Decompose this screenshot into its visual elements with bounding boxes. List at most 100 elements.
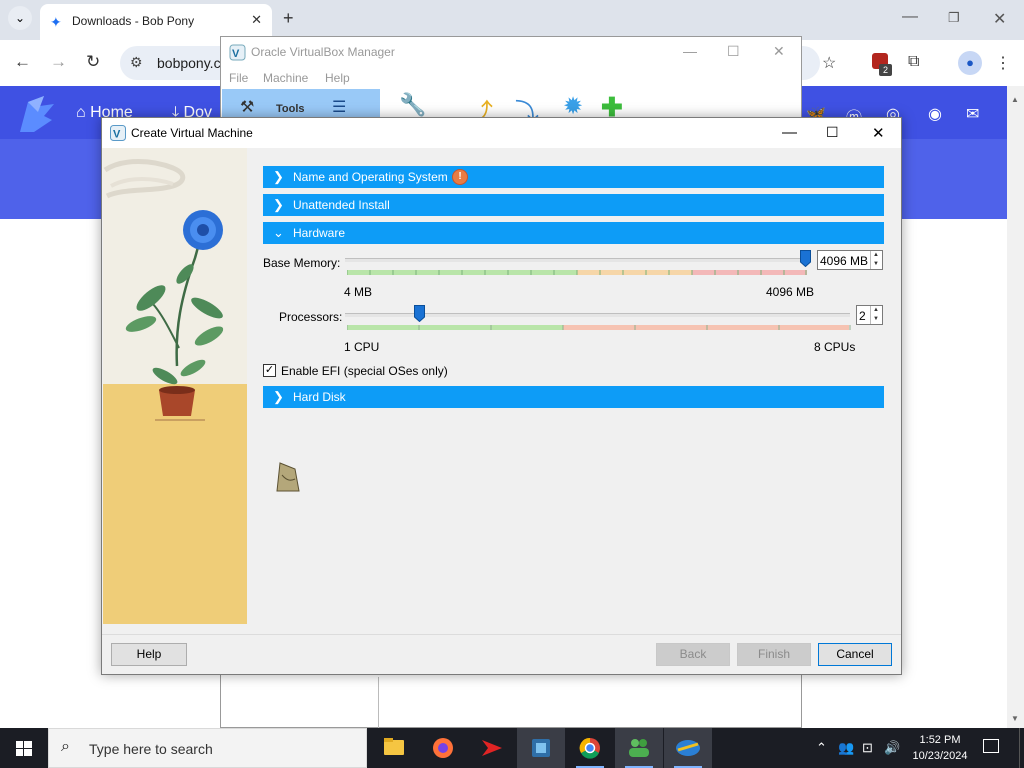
tab-search-chevron-icon[interactable]: ⌄ <box>8 6 32 30</box>
spin-down-arrow-icon[interactable]: ▼ <box>873 316 879 322</box>
memory-min-label: 4 MB <box>344 285 373 299</box>
network-icon[interactable]: ⊡ <box>862 740 873 756</box>
email-icon[interactable]: ✉ <box>966 104 979 124</box>
base-memory-spin-buttons[interactable]: ▲ ▼ <box>870 251 882 269</box>
file-explorer-icon <box>384 738 404 755</box>
memory-slider-ticks <box>347 270 807 275</box>
browser-restore-icon[interactable]: ❐ <box>948 10 960 26</box>
tools-icon: ⚒ <box>240 99 255 116</box>
tray-people-icon[interactable]: 👥 <box>838 740 854 756</box>
base-memory-slider-thumb[interactable] <box>800 250 811 267</box>
scroll-down-arrow-icon[interactable]: ▼ <box>1011 714 1019 723</box>
taskbar-people-app[interactable] <box>615 728 663 768</box>
taskbar-chrome[interactable] <box>566 728 614 768</box>
reload-icon[interactable]: ↻ <box>86 52 100 72</box>
spin-up-arrow-icon[interactable]: ▲ <box>873 307 879 313</box>
help-button[interactable]: Help <box>111 643 187 666</box>
people-app-icon <box>629 739 649 757</box>
section-hard-disk-label: Hard Disk <box>293 390 346 404</box>
extension-badge-count: 2 <box>879 64 892 76</box>
show-desktop-button[interactable] <box>1019 728 1020 768</box>
browser-tab[interactable]: ✦ Downloads - Bob Pony ✕ <box>40 4 272 40</box>
browser-menu-icon[interactable]: ⋮ <box>995 53 1011 73</box>
github-icon[interactable]: ◉ <box>928 104 942 124</box>
taskbar-file-explorer[interactable] <box>370 728 418 768</box>
browser-close-icon[interactable]: ✕ <box>993 9 1006 29</box>
taskbar-red-arrow-app[interactable] <box>468 728 516 768</box>
vbm-titlebar: V Oracle VirtualBox Manager — ☐ ✕ <box>221 37 801 67</box>
section-hard-disk[interactable]: ❯ Hard Disk <box>263 386 884 408</box>
processors-spin-buttons[interactable]: ▲ ▼ <box>870 306 882 324</box>
section-name-and-os[interactable]: ❯ Name and Operating System ! <box>263 166 884 188</box>
back-arrow-icon[interactable]: ← <box>14 52 31 72</box>
section-name-and-os-label: Name and Operating System <box>293 170 448 184</box>
chevron-down-icon: ⌄ <box>273 225 284 240</box>
virtualbox-icon <box>676 740 700 756</box>
section-hardware[interactable]: ⌄ Hardware <box>263 222 884 244</box>
notification-icon[interactable] <box>983 739 999 753</box>
cancel-button[interactable]: Cancel <box>818 643 892 666</box>
site-favicon-icon: ✦ <box>50 14 62 30</box>
tray-overflow-chevron-icon[interactable]: ⌃ <box>816 740 827 756</box>
page-scrollbar[interactable] <box>1007 86 1024 728</box>
list-view-icon[interactable]: ☰ <box>332 97 346 117</box>
processors-value: 2 <box>859 309 866 323</box>
back-button[interactable]: Back <box>656 643 730 666</box>
forward-arrow-icon[interactable]: → <box>50 52 67 72</box>
clock-date: 10/23/2024 <box>912 750 968 762</box>
processors-slider-thumb[interactable] <box>414 305 425 322</box>
bookmark-star-icon[interactable]: ☆ <box>822 53 836 73</box>
dialog-titlebar: V Create Virtual Machine — ☐ ✕ <box>102 118 901 148</box>
volume-icon[interactable]: 🔊 <box>884 740 900 756</box>
spin-up-arrow-icon[interactable]: ▲ <box>873 252 879 258</box>
virtualbox-logo-icon: V <box>110 125 126 141</box>
dialog-close-icon[interactable]: ✕ <box>872 124 885 142</box>
windows-taskbar: ⌕ Type here to search ⌃ 👥 ⊡ 🔊 1:52 PM 10… <box>0 728 1024 768</box>
processors-label: Processors: <box>279 310 343 324</box>
svg-text:V: V <box>232 48 240 60</box>
tab-close-icon[interactable]: ✕ <box>251 12 262 28</box>
section-unattended-label: Unattended Install <box>293 198 390 212</box>
warning-icon: ! <box>452 169 468 185</box>
base-memory-slider-track[interactable] <box>345 258 807 262</box>
browser-tab-strip: ⌄ ✦ Downloads - Bob Pony ✕ + — ❐ ✕ <box>0 0 1024 40</box>
vbm-menu-help[interactable]: Help <box>325 71 350 85</box>
section-hardware-label: Hardware <box>293 226 346 240</box>
taskbar-virtualbox-setup[interactable] <box>517 728 565 768</box>
vbm-close-icon[interactable]: ✕ <box>773 43 785 60</box>
taskbar-search-box[interactable]: ⌕ Type here to search <box>48 728 367 768</box>
base-memory-spinbox[interactable]: 4096 MB ▲ ▼ <box>817 250 883 270</box>
section-unattended-install[interactable]: ❯ Unattended Install <box>263 194 884 216</box>
busy-cursor-icon <box>276 462 300 492</box>
processors-spinbox[interactable]: 2 ▲ ▼ <box>856 305 883 325</box>
taskbar-firefox[interactable] <box>419 728 467 768</box>
red-arrow-app-icon <box>482 740 502 756</box>
dialog-maximize-icon[interactable]: ☐ <box>826 124 839 141</box>
dialog-minimize-icon[interactable]: — <box>782 124 797 141</box>
vbm-maximize-icon[interactable]: ☐ <box>727 43 740 60</box>
vbm-menu-file[interactable]: File <box>229 71 248 85</box>
new-tab-plus-icon[interactable]: + <box>283 8 294 29</box>
taskbar-clock[interactable]: 1:52 PM 10/23/2024 <box>906 732 974 764</box>
chrome-icon <box>579 737 600 759</box>
clock-time: 1:52 PM <box>919 734 961 746</box>
cpu-max-label: 8 CPUs <box>814 340 856 354</box>
extensions-puzzle-icon[interactable]: ⧉ <box>908 53 919 71</box>
spin-down-arrow-icon[interactable]: ▼ <box>873 261 879 267</box>
profile-avatar-icon[interactable]: ● <box>958 51 982 75</box>
enable-efi-label: Enable EFI (special OSes only) <box>281 364 448 378</box>
taskbar-virtualbox[interactable] <box>664 728 712 768</box>
chevron-right-icon: ❯ <box>273 389 284 404</box>
vbm-minimize-icon[interactable]: — <box>683 43 697 59</box>
windows-start-icon[interactable] <box>0 728 48 768</box>
site-info-icon[interactable]: ⚙ <box>130 54 143 71</box>
preferences-wrench-icon[interactable]: 🔧 <box>399 92 426 118</box>
browser-minimize-icon[interactable]: — <box>902 8 918 26</box>
finish-button[interactable]: Finish <box>737 643 811 666</box>
chevron-right-icon: ❯ <box>273 197 284 212</box>
scroll-up-arrow-icon[interactable]: ▲ <box>1011 95 1019 104</box>
enable-efi-checkbox[interactable]: ✓ <box>263 364 276 377</box>
site-logo-icon[interactable] <box>14 92 62 138</box>
vbm-menu-machine[interactable]: Machine <box>263 71 308 85</box>
vbm-tools-item[interactable]: ⚒ Tools ☰ <box>222 89 380 119</box>
